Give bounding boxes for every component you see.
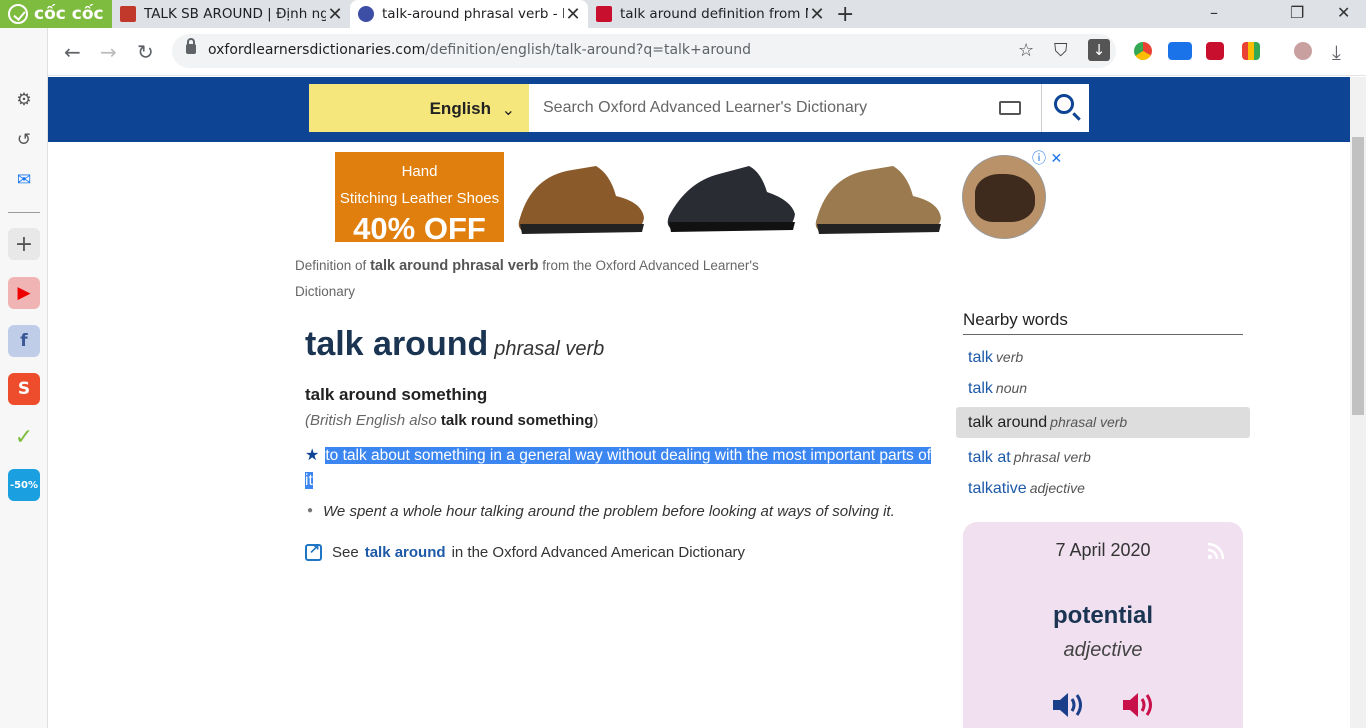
macmillan-favicon-icon [596,6,612,22]
british-audio-icon[interactable] [1051,690,1085,720]
language-label: English [429,99,491,118]
ad-offer: 40% OFF [353,211,486,246]
ad-line1: Hand [401,163,438,180]
extension-chrome-icon[interactable] [1134,42,1152,60]
extension-color-icon[interactable] [1242,42,1260,60]
settings-icon[interactable]: ⚙ [8,84,40,116]
nearby-item-talk-noun[interactable]: talk noun [956,373,1250,404]
url-text[interactable]: oxfordlearnersdictionaries.com/definitio… [208,42,751,58]
bullet-icon: ● [307,505,314,516]
history-icon[interactable]: ↺ [8,124,40,156]
youtube-icon[interactable]: ▶ [8,277,40,309]
coccoc-app-icon[interactable]: ✓ [8,421,40,453]
american-dictionary-link[interactable]: talk around [365,544,446,561]
chevron-down-icon: ⌄ [501,100,515,119]
browser-sidebar: ⚙ ↺ ✉ + ▶ f S ✓ -50% [0,28,48,728]
oxford-favicon-icon [358,6,374,22]
definition-source: Definition of talk around phrasal verb f… [295,258,759,299]
black-shoe-image [667,166,795,232]
page-scrollbar[interactable] [1350,77,1366,728]
back-icon[interactable]: ← [64,40,81,64]
example-sentence: ● We spent a whole hour talking around th… [307,503,895,520]
tab-title: talk around definition from M [620,6,808,22]
shopee-icon[interactable]: S [8,373,40,405]
download-page-icon[interactable]: ↓ [1088,39,1110,61]
reload-icon[interactable]: ↻ [137,40,154,64]
minimize-icon[interactable]: – [1210,3,1218,22]
extension-red-icon[interactable] [1206,42,1224,60]
american-audio-icon[interactable] [1121,690,1155,720]
definition-text: to talk about something in a general way… [305,447,932,489]
search-icon [1054,94,1074,114]
coccoc-menu-button[interactable]: cốc cốc [0,0,112,28]
variant-term: talk round something [440,412,594,429]
ad-banner[interactable]: Hand Stitching Leather Shoes 40% OFF [335,152,504,246]
lock-icon [186,38,196,54]
site-header: English ⌄ Search Oxford Advanced Learner… [48,77,1350,142]
tab-talk-around-oxford[interactable]: talk-around phrasal verb - De ✕ [350,0,588,28]
search-button[interactable] [1041,84,1089,132]
see-also: See talk around in the Oxford Advanced A… [305,541,745,561]
scrollbar-thumb[interactable] [1352,137,1364,415]
bookmark-star-icon[interactable]: ☆ [1018,40,1034,61]
new-tab-icon[interactable]: + [836,2,854,27]
ad-line2: Stitching Leather Shoes [339,190,500,207]
shoe-advertisement[interactable]: Hand Stitching Leather Shoes 40% OFF ⓘ ✕ [335,151,1075,246]
star-icon: ★ [305,447,320,464]
nearby-words-title: Nearby words [963,310,1243,335]
language-select[interactable]: English ⌄ [309,84,529,132]
facebook-icon[interactable]: f [8,325,40,357]
tan-shoe-image [815,166,941,234]
external-link-icon [305,541,322,561]
tab-title: TALK SB AROUND | Định nghĩa [144,6,326,22]
dictionary-search[interactable]: Search Oxford Advanced Learner's Diction… [529,84,1041,132]
profile-avatar[interactable] [1294,42,1312,60]
forward-icon[interactable]: → [100,40,117,64]
tab-strip: cốc cốc TALK SB AROUND | Định nghĩa ✕ ta… [0,0,1366,28]
nearby-item-talk-at[interactable]: talk at phrasal verb [956,442,1250,473]
tab-title: talk-around phrasal verb - De [382,6,564,22]
close-tab-icon[interactable]: ✕ [564,4,582,25]
nearby-item-talk-verb[interactable]: talk verb [956,342,1250,373]
downloads-icon[interactable]: ⤓ [1332,40,1341,64]
shield-icon[interactable]: ⛉ [1054,40,1068,61]
ad-choices-icon[interactable]: ⓘ ✕ [1032,148,1062,168]
nearby-item-talkative[interactable]: talkative adjective [956,473,1250,504]
sense-heading: talk around something [305,385,488,404]
page-content: English ⌄ Search Oxford Advanced Learner… [48,77,1350,728]
sidebar-divider [8,212,40,213]
wotd-word[interactable]: potential [963,602,1243,630]
extension-new-icon[interactable] [1168,42,1192,60]
keyboard-icon[interactable] [999,101,1021,115]
rss-icon[interactable] [1207,542,1225,560]
wotd-pos: adjective [1063,639,1143,661]
browser-toolbar: ▣ ← → ↻ oxfordlearnersdictionaries.com/d… [0,28,1366,76]
restore-icon[interactable]: ❐ [1290,3,1304,22]
close-tab-icon[interactable]: ✕ [808,4,826,25]
headword: talk around [305,325,489,363]
headword-block: talk around phrasal verb [305,325,604,364]
definition: ★ to talk about something in a general wa… [305,443,935,493]
close-window-icon[interactable]: ✕ [1337,3,1350,22]
tab-talk-around-macmillan[interactable]: talk around definition from M ✕ [588,0,832,28]
messenger-icon[interactable]: ✉ [8,164,40,196]
part-of-speech: phrasal verb [494,338,605,360]
source-term: talk around phrasal verb [370,258,539,274]
brown-shoe-image [518,166,644,234]
brand-label: cốc cốc [34,4,104,24]
tab-talk-sb-around[interactable]: TALK SB AROUND | Định nghĩa ✕ [112,0,350,28]
cambridge-favicon-icon [120,6,136,22]
close-tab-icon[interactable]: ✕ [326,4,344,25]
word-of-the-day: 7 April 2020 potential adjective [963,522,1243,728]
variant-note: (British English also talk round somethi… [305,412,599,429]
tiki-icon[interactable]: -50% [8,469,40,501]
add-sidebar-icon[interactable]: + [8,228,40,260]
coccoc-logo-icon [8,4,28,24]
address-bar[interactable]: oxfordlearnersdictionaries.com/definitio… [172,34,1116,68]
wotd-date: 7 April 2020 [1055,540,1151,560]
nearby-item-talk-around[interactable]: talk around phrasal verb [956,407,1250,438]
search-placeholder: Search Oxford Advanced Learner's Diction… [543,99,868,116]
